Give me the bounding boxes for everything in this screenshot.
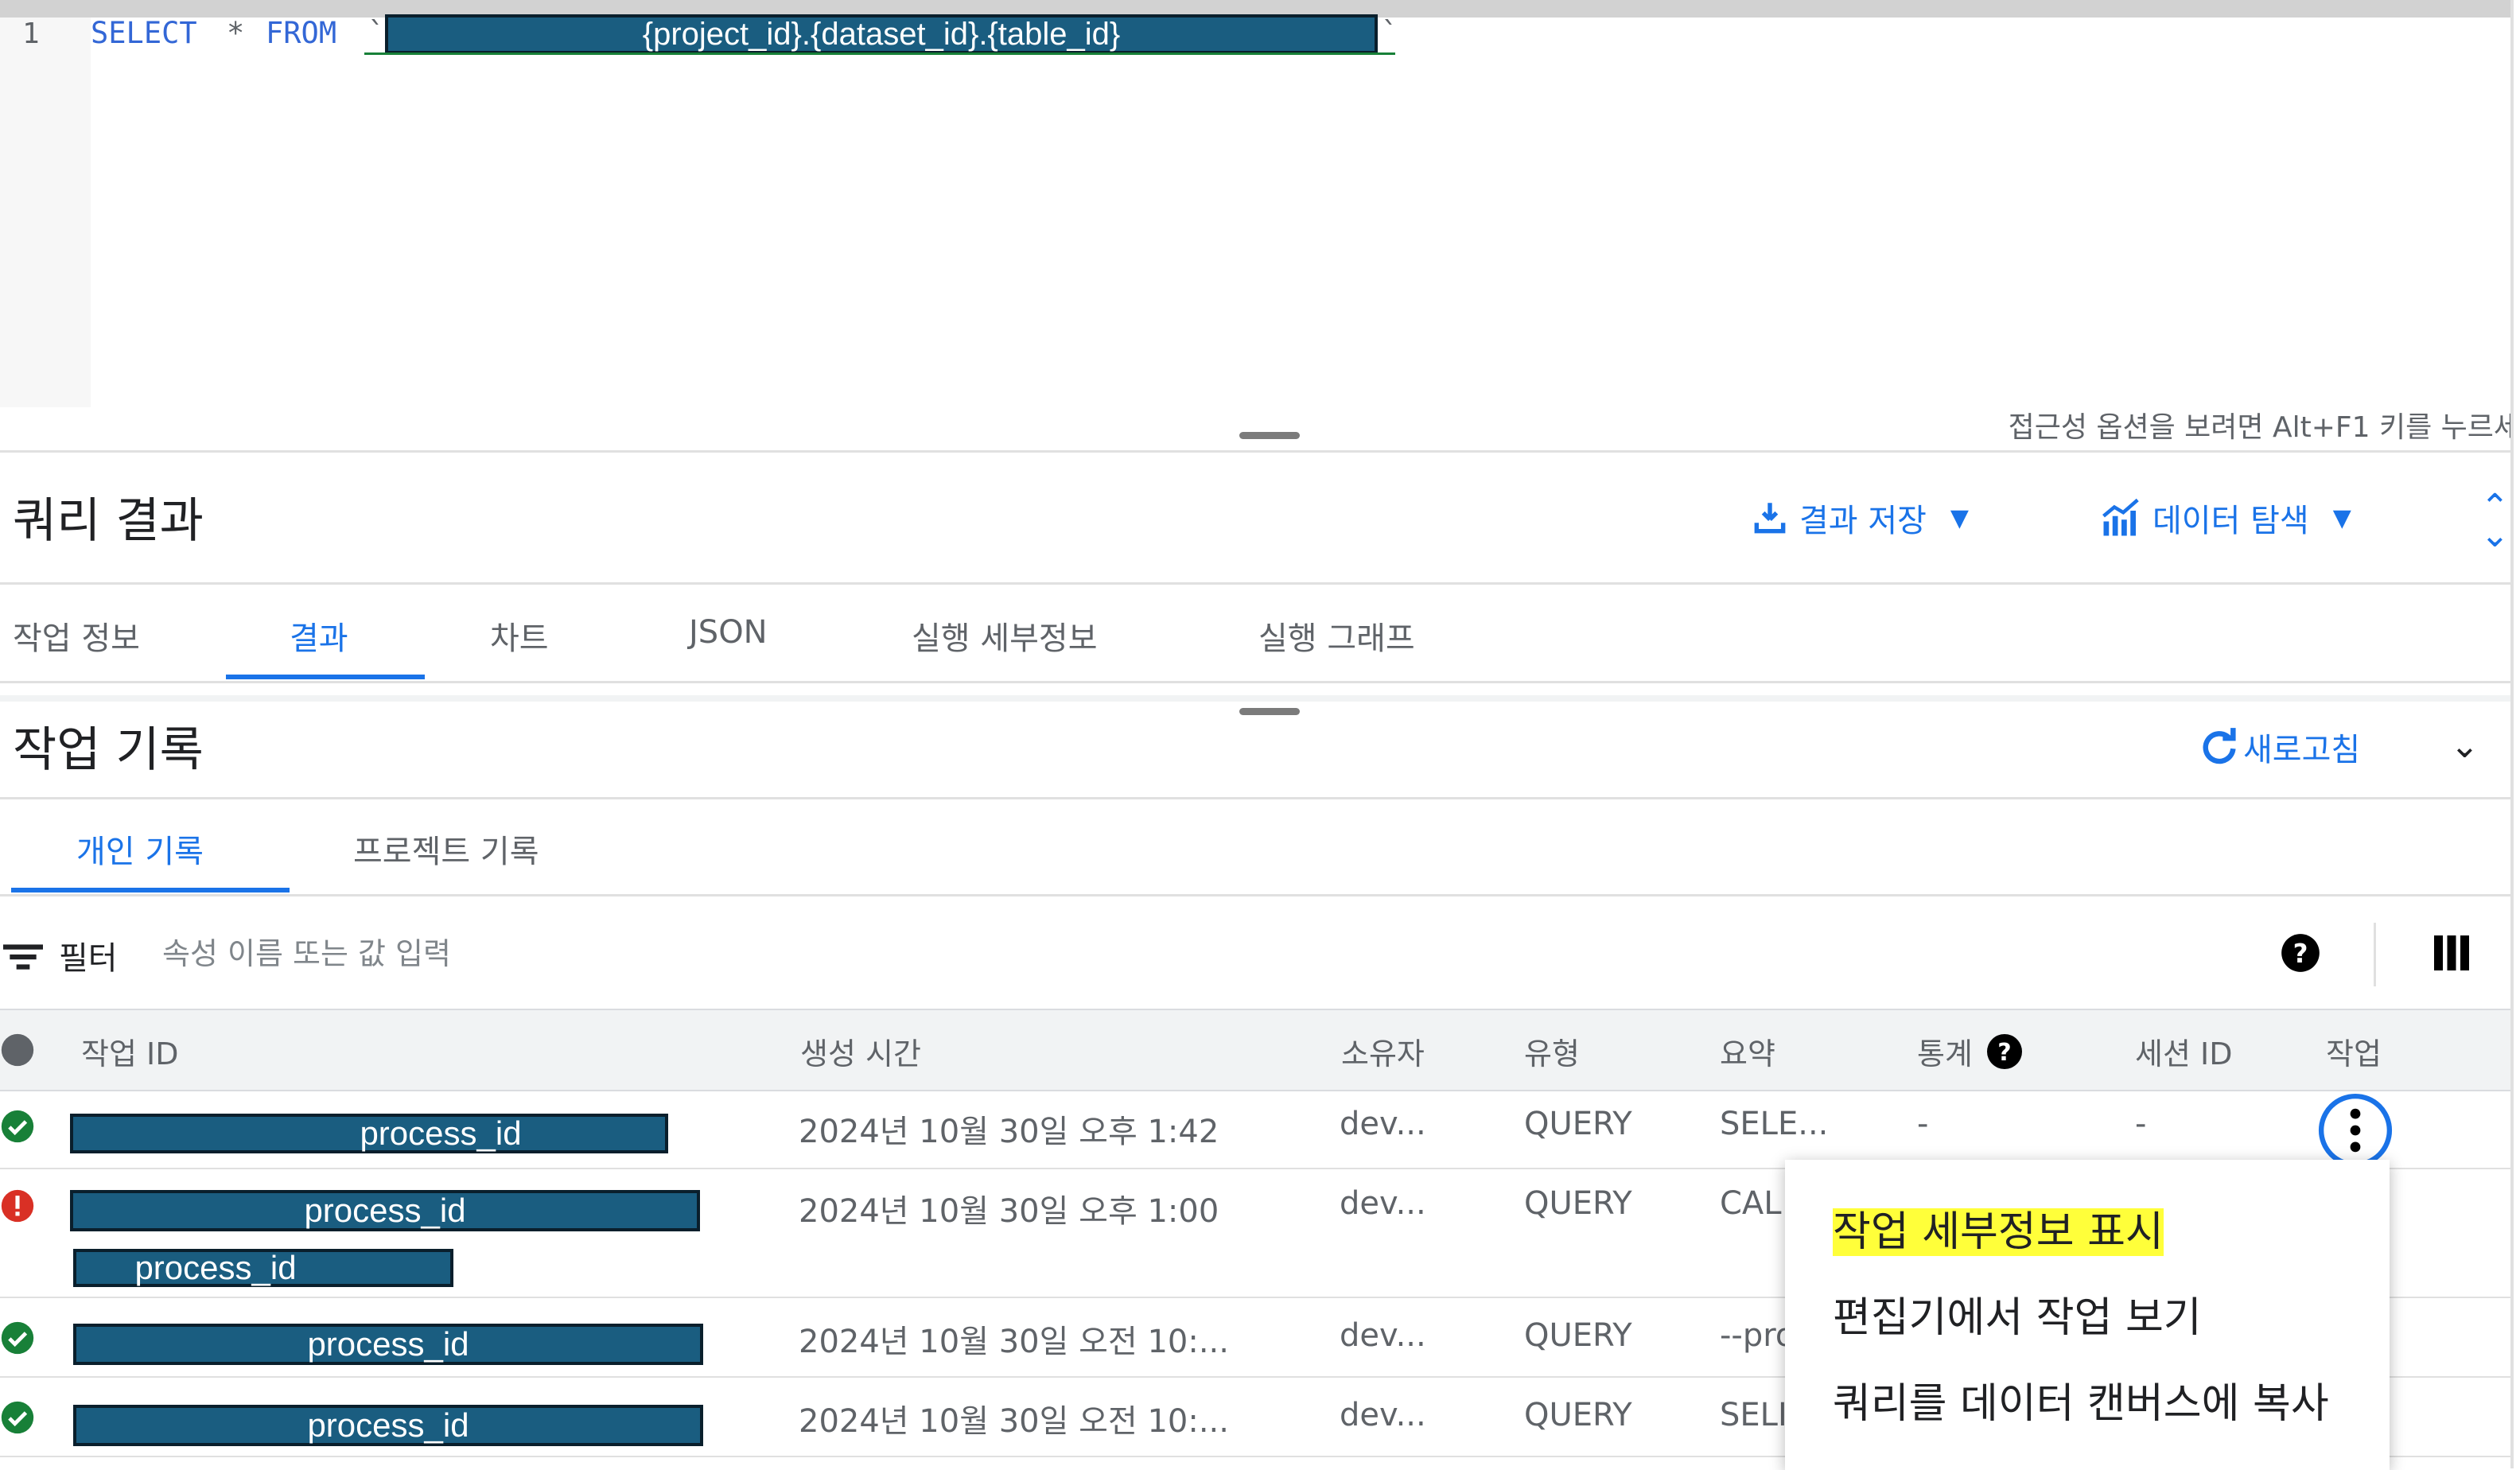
table-reference[interactable]: {project_id}.{dataset_id}.{table_id} bbox=[385, 14, 1378, 54]
chevron-down-icon: ▼ bbox=[1950, 504, 1969, 532]
job-id-link[interactable]: process_id bbox=[70, 1190, 700, 1231]
created-time: 2024년 10월 30일 오전 10:... bbox=[799, 1403, 1229, 1440]
column-display-icon[interactable] bbox=[2434, 935, 2469, 970]
divider bbox=[2374, 923, 2376, 986]
menu-item-show-job-details-label: 작업 세부정보 표시 bbox=[1833, 1208, 2164, 1256]
job-id-link[interactable]: process_id bbox=[73, 1324, 703, 1365]
explore-data-label: 데이터 탐색 bbox=[2152, 503, 2309, 539]
editor-gutter bbox=[0, 18, 91, 407]
job-type: QUERY bbox=[1524, 1317, 1632, 1354]
owner: dev... bbox=[1340, 1185, 1426, 1222]
summary: --pro bbox=[1720, 1317, 1795, 1354]
save-results-label: 결과 저장 bbox=[1799, 503, 1927, 539]
success-icon bbox=[1, 1110, 34, 1143]
job-type: QUERY bbox=[1524, 1397, 1632, 1433]
tab-execution-details[interactable]: 실행 세부정보 bbox=[912, 612, 1098, 659]
column-stats[interactable]: 통계 ? bbox=[1917, 1029, 2024, 1073]
filter-label: 필터 bbox=[59, 940, 118, 977]
menu-item-show-job-details[interactable]: 작업 세부정보 표시 bbox=[1833, 1198, 2164, 1258]
job-actions-menu: 작업 세부정보 표시 편집기에서 작업 보기 쿼리를 데이터 캔버스에 복사 bbox=[1785, 1160, 2390, 1470]
collapse-chevron-icon[interactable]: ⌄ bbox=[2450, 725, 2479, 766]
filter-icon[interactable] bbox=[3, 940, 43, 972]
divider bbox=[0, 681, 2510, 683]
save-results-button[interactable]: 결과 저장 ▼ bbox=[1750, 495, 1969, 541]
accessibility-hint: 접근성 옵션을 보려면 Alt+F1 키를 누르세 bbox=[2008, 411, 2520, 444]
column-stats-label: 통계 bbox=[1917, 1036, 1973, 1071]
sql-keyword-from[interactable]: FROM bbox=[266, 16, 336, 50]
created-time: 2024년 10월 30일 오후 1:42 bbox=[799, 1114, 1219, 1150]
chart-icon bbox=[2102, 498, 2139, 536]
more-actions-icon[interactable] bbox=[2316, 1091, 2394, 1169]
column-created-time[interactable]: 생성 시간 bbox=[800, 1029, 921, 1073]
refresh-icon bbox=[2203, 728, 2236, 764]
explore-data-button[interactable]: 데이터 탐색 ▼ bbox=[2100, 495, 2351, 541]
stats-help-icon[interactable]: ? bbox=[1985, 1032, 2024, 1071]
error-icon bbox=[1, 1189, 34, 1223]
refresh-label: 새로고침 bbox=[2243, 732, 2361, 768]
menu-item-view-job-in-editor[interactable]: 편집기에서 작업 보기 bbox=[1833, 1284, 2202, 1344]
help-icon[interactable]: ? bbox=[2280, 932, 2321, 974]
created-time: 2024년 10월 30일 오후 1:00 bbox=[799, 1193, 1219, 1230]
owner: dev... bbox=[1340, 1317, 1426, 1354]
menu-item-copy-query-to-canvas[interactable]: 쿼리를 데이터 캔버스에 복사 bbox=[1833, 1370, 2329, 1429]
chevron-down-icon: ▼ bbox=[2332, 504, 2351, 532]
tab-project-history[interactable]: 프로젝트 기록 bbox=[353, 826, 539, 872]
stats: - bbox=[1917, 1106, 1929, 1142]
refresh-button[interactable]: 새로고침 bbox=[2199, 724, 2360, 770]
tab-job-info[interactable]: 작업 정보 bbox=[13, 612, 140, 659]
select-all-checkbox[interactable] bbox=[0, 1032, 35, 1068]
line-number: 1 bbox=[22, 18, 40, 50]
svg-text:?: ? bbox=[2293, 939, 2308, 969]
tab-results[interactable]: 결과 bbox=[290, 612, 348, 659]
panel-separator bbox=[0, 695, 2510, 702]
summary: SELE... bbox=[1720, 1106, 1829, 1142]
tab-personal-history[interactable]: 개인 기록 bbox=[76, 826, 204, 872]
column-owner[interactable]: 소유자 bbox=[1341, 1029, 1425, 1073]
history-title: 작업 기록 bbox=[13, 722, 204, 778]
table-header-row bbox=[0, 1009, 2510, 1091]
owner: dev... bbox=[1340, 1397, 1426, 1433]
sql-star[interactable]: * bbox=[227, 16, 244, 50]
success-icon bbox=[1, 1321, 34, 1355]
active-tab-indicator bbox=[226, 675, 425, 679]
job-type: QUERY bbox=[1524, 1185, 1632, 1222]
column-job-id[interactable]: 작업 ID bbox=[81, 1029, 178, 1073]
sql-backtick-close: ` bbox=[1381, 16, 1399, 50]
divider bbox=[0, 582, 2510, 585]
divider bbox=[0, 450, 2510, 453]
owner: dev... bbox=[1340, 1106, 1426, 1142]
summary: CAL bbox=[1720, 1185, 1782, 1222]
svg-text:?: ? bbox=[1997, 1039, 2011, 1067]
job-id-link[interactable]: process_id bbox=[70, 1114, 668, 1153]
job-id-link-continued[interactable]: process_id bbox=[73, 1249, 453, 1287]
column-type[interactable]: 유형 bbox=[1524, 1029, 1580, 1073]
table-reference-underline bbox=[364, 52, 1395, 55]
job-type: QUERY bbox=[1524, 1106, 1632, 1142]
session-id: - bbox=[2135, 1106, 2147, 1142]
right-edge-border bbox=[2510, 0, 2520, 1468]
filter-input[interactable]: 속성 이름 또는 값 입력 bbox=[162, 929, 2151, 977]
expand-collapse-icon[interactable]: ⌃ ⌄ bbox=[2480, 489, 2510, 552]
tab-execution-graph[interactable]: 실행 그래프 bbox=[1258, 612, 1415, 659]
active-tab-indicator bbox=[11, 888, 290, 892]
divider bbox=[0, 797, 2510, 799]
tab-json[interactable]: JSON bbox=[689, 614, 768, 651]
sql-keyword-select[interactable]: SELECT bbox=[91, 16, 197, 50]
success-icon bbox=[1, 1401, 34, 1434]
editor-resize-handle[interactable] bbox=[1239, 432, 1300, 439]
filter-placeholder: 속성 이름 또는 값 입력 bbox=[162, 936, 451, 971]
results-title: 쿼리 결과 bbox=[13, 493, 204, 549]
job-id-link[interactable]: process_id bbox=[73, 1405, 703, 1446]
column-session-id[interactable]: 세션 ID bbox=[2135, 1029, 2232, 1073]
column-summary[interactable]: 요약 bbox=[1720, 1029, 1775, 1073]
sql-backtick-open: ` bbox=[368, 16, 386, 50]
tab-chart[interactable]: 차트 bbox=[490, 612, 549, 659]
summary: SELI bbox=[1720, 1397, 1787, 1433]
column-actions[interactable]: 작업 bbox=[2326, 1029, 2382, 1073]
download-icon bbox=[1754, 503, 1786, 534]
divider bbox=[0, 894, 2510, 896]
created-time: 2024년 10월 30일 오전 10:... bbox=[799, 1324, 1229, 1360]
history-resize-handle[interactable] bbox=[1239, 708, 1300, 715]
